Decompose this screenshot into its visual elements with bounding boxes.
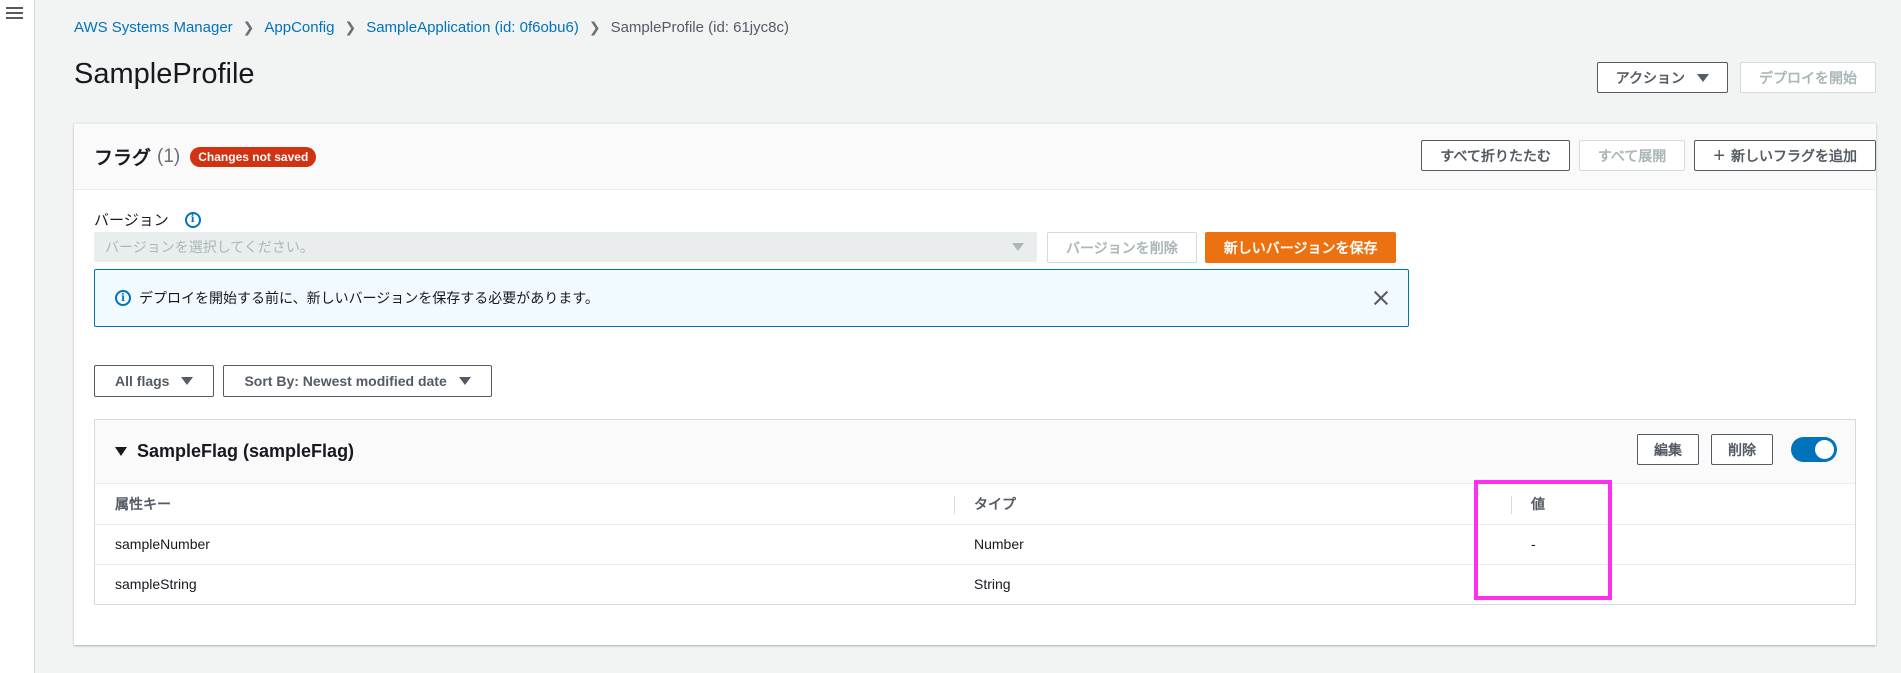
version-select[interactable]: バージョンを選択してください。 [94, 232, 1037, 262]
version-label-row: バージョン i [94, 209, 201, 230]
status-badge: Changes not saved [190, 146, 317, 167]
flag-card-actions: 編集 削除 [1637, 434, 1837, 465]
edit-flag-button[interactable]: 編集 [1637, 434, 1699, 465]
breadcrumb-application[interactable]: SampleApplication (id: 0f6obu6) [366, 19, 579, 36]
caret-down-icon [458, 377, 471, 385]
version-select-placeholder: バージョンを選択してください。 [105, 239, 314, 255]
flags-panel-actions: すべて折りたたむ すべて展開 + 新しいフラグを追加 [1421, 140, 1876, 171]
column-header-value: 値 [1511, 484, 1855, 525]
flag-enabled-toggle[interactable] [1791, 437, 1837, 462]
page-title: SampleProfile [74, 58, 255, 90]
cell-type: String [974, 576, 1011, 593]
flags-panel: フラグ (1) Changes not saved すべて折りたたむ すべて展開… [74, 123, 1876, 645]
chevron-right-icon: ❯ [588, 19, 601, 35]
flag-card-header: SampleFlag (sampleFlag) 編集 削除 [95, 420, 1855, 484]
flags-panel-title: フラグ [94, 148, 152, 169]
info-icon: i [115, 290, 131, 306]
flag-card: SampleFlag (sampleFlag) 編集 削除 属性キー タイプ 値… [94, 419, 1856, 605]
flag-filter-label: All flags [115, 373, 170, 389]
breadcrumb-current: SampleProfile (id: 61jyc8c) [610, 19, 789, 36]
column-header-key: 属性キー [95, 484, 954, 525]
caret-down-icon [1012, 243, 1024, 251]
attributes-table: 属性キー タイプ 値 sampleNumber Number - sampleS… [95, 484, 1855, 604]
flag-name: SampleFlag (sampleFlag) [137, 441, 355, 461]
add-flag-button[interactable]: + 新しいフラグを追加 [1694, 140, 1876, 171]
cell-type: Number [954, 524, 1511, 565]
close-icon[interactable] [1372, 289, 1390, 307]
column-header-type: タイプ [954, 484, 1511, 525]
sort-label: Sort By: Newest modified date [244, 373, 447, 389]
delete-flag-button[interactable]: 削除 [1711, 434, 1773, 465]
filters-bar: All flags Sort By: Newest modified date [94, 365, 492, 397]
flags-count: (1) [157, 145, 181, 167]
alert-message: デプロイを開始する前に、新しいバージョンを保存する必要があります。 [139, 290, 599, 306]
flags-panel-header: フラグ (1) Changes not saved すべて折りたたむ すべて展開… [74, 124, 1876, 190]
cell-key: sampleString [115, 576, 197, 593]
sort-dropdown[interactable]: Sort By: Newest modified date [223, 365, 492, 397]
expand-triangle-icon[interactable] [115, 447, 127, 456]
flag-filter-dropdown[interactable]: All flags [94, 365, 215, 397]
version-actions: バージョンを削除 新しいバージョンを保存 [1047, 232, 1397, 263]
left-navigation-rail [0, 0, 35, 673]
actions-label: アクション [1615, 69, 1685, 86]
expand-all-button[interactable]: すべて展開 [1578, 140, 1686, 171]
breadcrumb: AWS Systems Manager ❯ AppConfig ❯ Sample… [74, 19, 789, 36]
table-row: sampleString String [95, 564, 1855, 604]
menu-icon[interactable] [6, 7, 23, 21]
chevron-right-icon: ❯ [344, 19, 357, 35]
table-header-row: 属性キー タイプ 値 [95, 484, 1855, 525]
caret-down-icon [1697, 73, 1709, 82]
save-new-version-button[interactable]: 新しいバージョンを保存 [1204, 232, 1397, 263]
breadcrumb-appconfig[interactable]: AppConfig [264, 19, 334, 36]
collapse-all-button[interactable]: すべて折りたたむ [1421, 140, 1570, 171]
add-flag-label: 新しいフラグを追加 [1731, 147, 1857, 164]
delete-version-button[interactable]: バージョンを削除 [1047, 232, 1197, 263]
start-deployment-button[interactable]: デプロイを開始 [1740, 62, 1876, 93]
plus-icon: + [1713, 144, 1725, 167]
info-alert: i デプロイを開始する前に、新しいバージョンを保存する必要があります。 [94, 269, 1409, 327]
cell-value [1511, 564, 1855, 604]
cell-key: sampleNumber [95, 524, 954, 565]
version-label: バージョン [94, 212, 169, 229]
chevron-right-icon: ❯ [242, 19, 255, 35]
page-actions: アクション デプロイを開始 [1596, 62, 1876, 93]
table-row: sampleNumber Number - [95, 524, 1855, 565]
info-icon[interactable]: i [184, 211, 201, 228]
actions-dropdown-button[interactable]: アクション [1596, 62, 1728, 93]
cell-value: - [1511, 524, 1855, 565]
breadcrumb-systems-manager[interactable]: AWS Systems Manager [74, 19, 233, 36]
caret-down-icon [181, 377, 194, 385]
